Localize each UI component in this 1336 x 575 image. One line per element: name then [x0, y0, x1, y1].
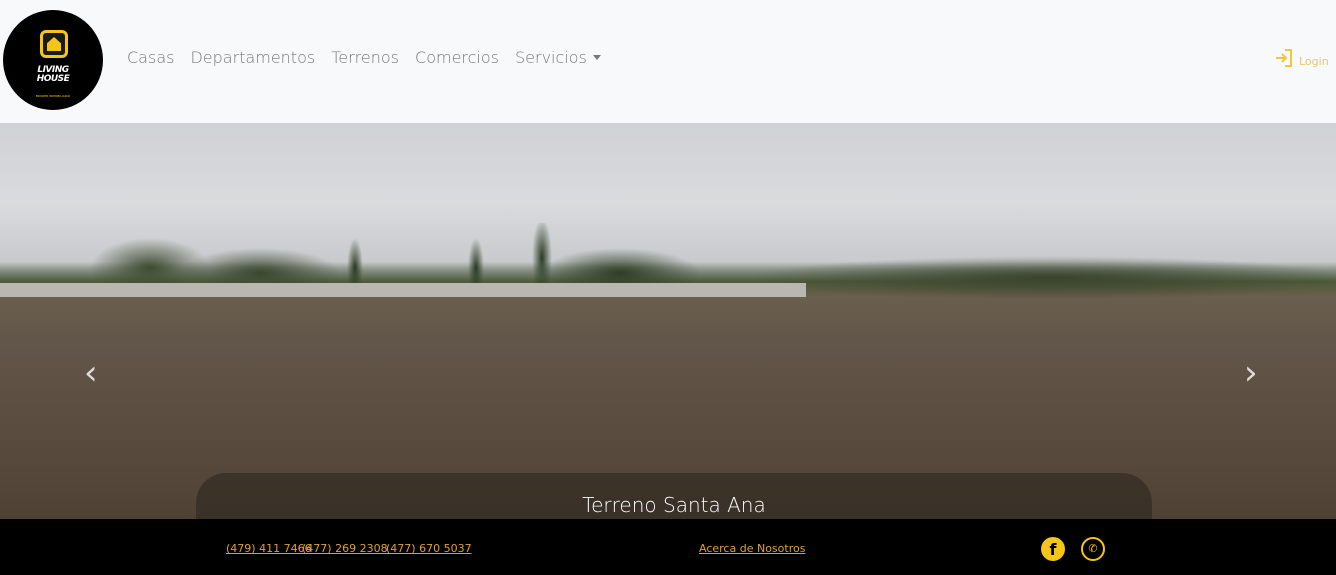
carousel-next-button[interactable]: ›	[1244, 353, 1258, 393]
nav-casas[interactable]: Casas	[119, 48, 182, 67]
facebook-icon[interactable]: f	[1041, 537, 1065, 561]
footer: (479) 411 7466 (477) 269 2308 (477) 670 …	[0, 519, 1336, 575]
nav-comercios[interactable]: Comercios	[407, 48, 507, 67]
carousel: ‹ › Terreno Santa Ana	[0, 123, 1336, 519]
nav-servicios-dropdown[interactable]: Servicios	[507, 48, 609, 67]
carousel-caption: Terreno Santa Ana	[196, 473, 1152, 519]
whatsapp-icon[interactable]: ✆	[1081, 537, 1105, 561]
nav-terrenos[interactable]: Terrenos	[323, 48, 407, 67]
caret-down-icon	[592, 55, 601, 60]
logo[interactable]: LIVING HOUSE BROKER INMOBILIARIO	[3, 10, 103, 110]
nav-departamentos[interactable]: Departamentos	[182, 48, 323, 67]
about-link[interactable]: Acerca de Nosotros	[699, 542, 805, 555]
phone-link-3[interactable]: (477) 670 5037	[386, 542, 472, 555]
login-icon	[1276, 49, 1292, 67]
login-link[interactable]: Login	[1274, 48, 1329, 68]
navbar: LIVING HOUSE BROKER INMOBILIARIO Casas D…	[0, 0, 1336, 123]
phone-link-1[interactable]: (479) 411 7466	[226, 542, 312, 555]
carousel-prev-button[interactable]: ‹	[84, 353, 98, 393]
phone-link-2[interactable]: (477) 269 2308	[302, 542, 388, 555]
house-icon	[40, 30, 68, 58]
